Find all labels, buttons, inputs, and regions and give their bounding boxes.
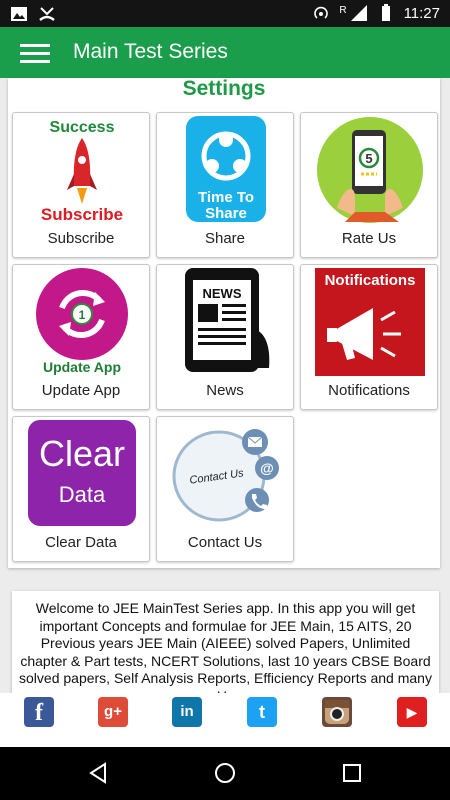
- app-bar: Main Test Series: [0, 27, 450, 78]
- welcome-info-card: Welcome to JEE MainTest Series app. In t…: [12, 591, 439, 693]
- update-icon: 1 Update App: [36, 268, 128, 375]
- settings-panel: Settings Success Subscribe Subscribe Tim…: [8, 78, 440, 568]
- share-tile[interactable]: Time To Share Share: [156, 112, 294, 258]
- gallery-notification-icon: [11, 7, 27, 21]
- svg-text:Notifications: Notifications: [325, 272, 416, 289]
- subscribe-tile[interactable]: Success Subscribe Subscribe: [12, 112, 150, 258]
- battery-icon: [381, 4, 390, 21]
- clear-data-icon: Clear Data: [28, 420, 136, 526]
- tile-label: Contact Us: [187, 534, 263, 551]
- social-bar: f g+ in t ▶: [0, 693, 450, 747]
- notifications-tile[interactable]: Notifications Notifications: [300, 264, 438, 410]
- twitter-icon[interactable]: t: [247, 697, 277, 727]
- welcome-text: Welcome to JEE MainTest Series app. In t…: [19, 600, 432, 693]
- signal-icon: [350, 5, 367, 21]
- home-icon[interactable]: [213, 761, 237, 785]
- tile-label: Subscribe: [47, 230, 115, 247]
- contact-us-tile[interactable]: Contact Us @ Contact Us: [156, 416, 294, 562]
- tile-label: Clear Data: [45, 534, 117, 551]
- svg-text:NEWS: NEWS: [203, 286, 242, 301]
- svg-text:Update App: Update App: [43, 359, 121, 375]
- facebook-icon[interactable]: f: [24, 697, 54, 727]
- svg-text:Clear: Clear: [39, 433, 125, 474]
- news-icon: NEWS: [185, 268, 270, 372]
- tile-label: Share: [204, 230, 246, 247]
- megaphone-icon: Notifications: [315, 268, 425, 376]
- news-tile[interactable]: NEWS News: [156, 264, 294, 410]
- svg-text:Time To: Time To: [198, 189, 254, 206]
- share-icon: Time To Share: [186, 116, 266, 222]
- rate-us-tile[interactable]: 5 Rate Us: [300, 112, 438, 258]
- clear-data-tile[interactable]: Clear Data Clear Data: [12, 416, 150, 562]
- tile-label: Rate Us: [341, 230, 397, 247]
- google-plus-icon[interactable]: g+: [98, 697, 128, 727]
- recents-icon[interactable]: [340, 761, 364, 785]
- clock: 11:27: [403, 4, 440, 22]
- roaming-indicator: R: [339, 4, 347, 16]
- svg-text:Share: Share: [205, 205, 247, 222]
- tile-label: Notifications: [328, 382, 410, 399]
- system-nav-bar: [0, 747, 450, 800]
- svg-text:5: 5: [365, 151, 372, 166]
- rate-us-icon: 5: [317, 117, 423, 223]
- missed-call-icon: [39, 7, 55, 21]
- back-icon[interactable]: [86, 761, 110, 785]
- settings-heading: Settings: [182, 77, 266, 100]
- svg-text:1: 1: [79, 308, 86, 322]
- svg-text:Success: Success: [50, 119, 115, 136]
- contact-us-icon: Contact Us @: [172, 429, 279, 522]
- tile-label: Update App: [41, 382, 121, 399]
- instagram-icon[interactable]: [322, 697, 352, 727]
- youtube-icon[interactable]: ▶: [397, 697, 427, 727]
- status-bar: R 11:27: [0, 0, 450, 27]
- tile-label: News: [206, 382, 244, 399]
- svg-text:Data: Data: [59, 482, 106, 507]
- linkedin-icon[interactable]: in: [172, 697, 202, 727]
- menu-icon[interactable]: [20, 41, 52, 65]
- svg-text:Subscribe: Subscribe: [41, 205, 123, 224]
- hotspot-icon: [314, 6, 329, 19]
- rocket-icon: Success Subscribe: [27, 116, 137, 224]
- update-app-tile[interactable]: 1 Update App Update App: [12, 264, 150, 410]
- svg-text:@: @: [260, 460, 274, 476]
- page-title: Main Test Series: [73, 40, 228, 63]
- camera-glyph: [325, 700, 349, 724]
